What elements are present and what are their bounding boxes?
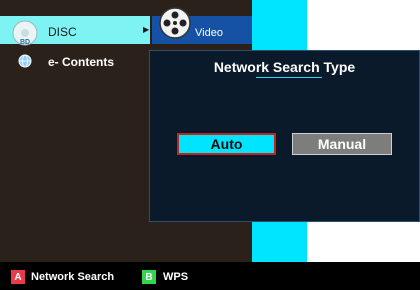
menu-item-econtents[interactable]: e- Contents — [0, 50, 150, 74]
globe-icon — [18, 54, 32, 68]
film-reel-icon — [159, 7, 191, 39]
red-key-a[interactable]: A — [11, 270, 25, 284]
chevron-right-icon: ▶ — [143, 25, 150, 34]
bluray-disc-icon: BD — [12, 20, 38, 46]
footer-network-search-label: Network Search — [31, 271, 115, 283]
submenu-item-video-label: Video — [195, 27, 223, 39]
title-underline — [256, 77, 322, 78]
manual-button[interactable]: Manual — [292, 133, 392, 155]
footer-bar: A Network Search B WPS — [0, 262, 420, 290]
auto-button[interactable]: Auto — [177, 133, 276, 155]
submenu-item-video[interactable]: Video — [152, 7, 252, 44]
menu-item-disc-label: DISC — [48, 25, 77, 39]
menu-item-disc[interactable]: BD DISC ▶ — [0, 16, 150, 46]
green-key-b[interactable]: B — [142, 270, 156, 284]
disc-badge-text: BD — [20, 39, 30, 46]
network-search-type-dialog: Network Search Type Auto Manual — [149, 50, 420, 222]
dialog-title: Network Search Type — [213, 59, 356, 75]
footer-wps-label: WPS — [163, 271, 189, 283]
menu-item-econtents-label: e- Contents — [48, 55, 114, 69]
